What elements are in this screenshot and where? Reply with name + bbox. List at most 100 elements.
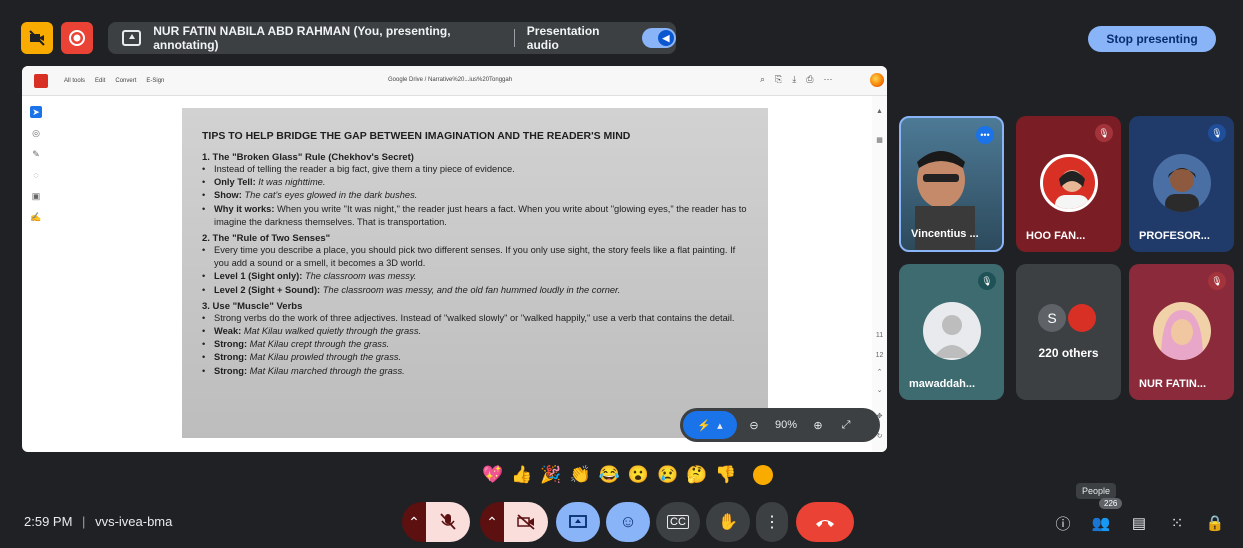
reactions-button[interactable]: ☺: [606, 502, 650, 542]
text-tool-icon[interactable]: ▣: [30, 190, 42, 202]
item-label: Level 1 (Sight only):: [214, 271, 303, 282]
item-label: Only Tell:: [214, 177, 256, 188]
people-tooltip: People: [1076, 483, 1117, 499]
avatar: [1152, 154, 1211, 212]
item-text: The classroom was messy.: [304, 271, 417, 282]
participant-tile[interactable]: 🎙 NUR FATIN...: [1129, 264, 1234, 400]
skin-tone-icon[interactable]: [752, 465, 773, 485]
item-label: Level 2 (Sight + Sound):: [214, 284, 321, 295]
comment-tool-icon[interactable]: ◎: [30, 127, 42, 139]
zoom-out-icon[interactable]: ⊖: [743, 419, 765, 432]
microphone-button[interactable]: [426, 502, 470, 542]
annotation-pen-button[interactable]: ⚡ ▴: [683, 411, 737, 439]
reaction-thumbs-up-icon[interactable]: 👍: [511, 465, 532, 485]
audio-options-button[interactable]: ⌃: [402, 502, 426, 542]
toolbar-item-convert[interactable]: Convert: [115, 78, 136, 84]
page-thumbnails-icon[interactable]: ▦: [872, 136, 887, 144]
download-icon[interactable]: ⤓: [792, 74, 796, 85]
presentation-audio-toggle[interactable]: ◀: [641, 28, 676, 48]
speaker-icon: ◀: [658, 30, 674, 46]
item-text: Strong verbs do the work of three adject…: [214, 312, 735, 323]
stop-presenting-button[interactable]: Stop presenting: [1088, 26, 1216, 52]
more-options-button[interactable]: ⋮: [756, 502, 788, 542]
scroll-up-icon[interactable]: ▲: [872, 108, 887, 115]
sign-tool-icon[interactable]: ✍: [30, 211, 42, 223]
page-number-next[interactable]: 12: [872, 352, 887, 359]
present-button[interactable]: [556, 502, 600, 542]
participant-tile[interactable]: 🎙 HOO FAN...: [1016, 116, 1121, 252]
item-text: It was nighttime.: [258, 177, 326, 188]
clock-time: 2:59 PM: [24, 514, 73, 529]
toolbar-item-esign[interactable]: E-Sign: [146, 78, 164, 84]
leave-call-button[interactable]: [796, 502, 854, 542]
others-tile[interactable]: S 220 others: [1016, 264, 1121, 400]
section-heading: 2. The "Rule of Two Senses": [202, 233, 331, 245]
camera-button[interactable]: [504, 502, 548, 542]
draw-tool-icon[interactable]: ◌: [30, 169, 42, 181]
document-page: TIPS TO HELP BRIDGE THE GAP BETWEEN IMAG…: [182, 108, 768, 438]
more-options-icon[interactable]: •••: [976, 126, 994, 144]
reaction-laugh-icon[interactable]: 😂: [599, 465, 620, 485]
chevron-up-icon: ▴: [717, 419, 723, 432]
item-label: Strong:: [214, 339, 248, 350]
pdf-toolbar: All tools Edit Convert E-Sign Google Dri…: [22, 66, 887, 96]
people-count-badge: 226: [1099, 498, 1123, 509]
search-icon[interactable]: ⌕: [760, 74, 765, 85]
section-heading: 1. The "Broken Glass" Rule (Chekhov's Se…: [202, 152, 414, 163]
list-item: Strong: Mat Kilau marched through the gr…: [202, 365, 750, 378]
others-count-label: 220 others: [1038, 346, 1099, 360]
fullscreen-icon[interactable]: ⤢: [835, 419, 857, 432]
participant-tile[interactable]: 🎙 PROFESOR...: [1129, 116, 1234, 252]
item-text: The cat's eyes glowed in the dark bushes…: [244, 190, 418, 201]
zoom-in-icon[interactable]: ⊕: [807, 419, 829, 432]
participant-name: mawaddah...: [909, 378, 976, 390]
people-icon[interactable]: 👥: [1090, 512, 1112, 534]
item-text: Mat Kilau marched through the grass.: [249, 365, 405, 376]
mic-off-icon: 🎙: [1208, 124, 1226, 142]
others-avatar: [1068, 304, 1096, 332]
pen-squiggle-icon: ⚡: [697, 419, 712, 432]
cursor-tool-icon[interactable]: ➤: [30, 106, 42, 118]
reaction-party-icon[interactable]: 🎉: [540, 465, 561, 485]
hand-icon: ✋: [718, 514, 738, 531]
page-number-current[interactable]: 11: [872, 332, 887, 339]
highlight-tool-icon[interactable]: ✎: [30, 148, 42, 160]
toolbar-item-edit[interactable]: Edit: [95, 78, 105, 84]
video-options-button[interactable]: ⌃: [480, 502, 504, 542]
document-path[interactable]: Google Drive / Narrative%20...ius%20Tong…: [388, 77, 512, 83]
item-label: Strong:: [214, 365, 248, 376]
activities-icon[interactable]: ⁙: [1166, 512, 1188, 534]
host-controls-icon[interactable]: 🔒: [1204, 512, 1226, 534]
annotation-toolbar: ➤ ◎ ✎ ◌ ▣ ✍: [30, 106, 44, 223]
zoom-toolbar: ⚡ ▴ ⊖ 90% ⊕ ⤢: [680, 408, 880, 442]
print-icon[interactable]: ⎙: [806, 74, 813, 85]
stop-camera-icon[interactable]: [21, 22, 53, 54]
raise-hand-button[interactable]: ✋: [706, 502, 750, 542]
list-item: Strong: Mat Kilau prowled through the gr…: [202, 351, 750, 364]
reaction-surprised-icon[interactable]: 😮: [628, 465, 649, 485]
reaction-thumbs-down-icon[interactable]: 👎: [715, 465, 736, 485]
meeting-details-icon[interactable]: ⓘ: [1052, 512, 1074, 534]
participant-name: NUR FATIN...: [1139, 378, 1207, 390]
reaction-sad-icon[interactable]: 😢: [657, 465, 678, 485]
chevron-up-icon[interactable]: ⌃: [872, 368, 887, 376]
participant-tile[interactable]: ••• Vincentius ...: [899, 116, 1004, 252]
item-text: Mat Kilau walked quietly through the gra…: [243, 326, 422, 337]
toolbar-item-all-tools[interactable]: All tools: [64, 78, 85, 84]
reaction-clap-icon[interactable]: 👏: [570, 465, 591, 485]
participant-tile[interactable]: 🎙 mawaddah...: [899, 264, 1004, 400]
more-icon[interactable]: ⋯: [823, 74, 832, 85]
participant-name: PROFESOR...: [1139, 230, 1210, 242]
captions-button[interactable]: CC: [656, 502, 700, 542]
reaction-bar: 💖 👍 🎉 👏 😂 😮 😢 🤔 👎: [482, 458, 773, 492]
reaction-heart-icon[interactable]: 💖: [482, 465, 503, 485]
reaction-thinking-icon[interactable]: 🤔: [686, 465, 707, 485]
chevron-down-icon[interactable]: ⌄: [872, 386, 887, 394]
presenting-bar: NUR FATIN NABILA ABD RAHMAN (You, presen…: [12, 22, 1232, 56]
chat-icon[interactable]: ▤: [1128, 512, 1150, 534]
list-item: Instead of telling the reader a big fact…: [202, 163, 750, 176]
meeting-info: 2:59 PM | vvs-ivea-bma: [24, 514, 172, 529]
share-icon[interactable]: ⎘: [775, 74, 782, 85]
list-item: Only Tell: It was nighttime.: [202, 176, 750, 189]
recording-icon[interactable]: [61, 22, 93, 54]
